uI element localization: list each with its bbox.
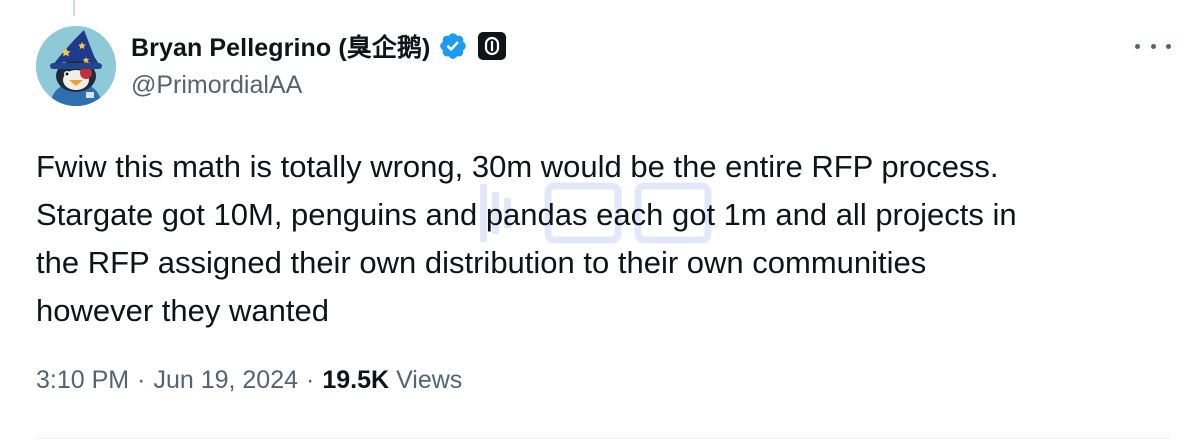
tweet-date[interactable]: Jun 19, 2024 (153, 366, 298, 395)
meta-separator: · (137, 366, 146, 394)
avatar[interactable] (36, 26, 116, 106)
dot-icon (1166, 43, 1171, 49)
verified-badge-icon (438, 31, 468, 61)
views-label: Views (396, 366, 463, 394)
penguin-wizard-avatar-icon (36, 26, 116, 106)
tweet-meta: 3:10 PM · Jun 19, 2024 · 19.5K Views (36, 366, 462, 395)
more-options-icon[interactable] (1135, 34, 1171, 58)
dot-icon (1150, 43, 1156, 49)
layerzero-logo-icon[interactable] (478, 32, 507, 60)
author-handle[interactable]: @PrimordialAA (131, 71, 302, 100)
thread-connector-line (73, 0, 75, 16)
tweet-time[interactable]: 3:10 PM (36, 366, 129, 395)
views-count: 19.5K (322, 366, 390, 394)
dot-icon (1135, 43, 1140, 49)
meta-separator: · (306, 366, 315, 394)
author-name-row: Bryan Pellegrino (臭企鹅) (131, 28, 507, 64)
divider (36, 438, 1171, 439)
tweet-text: Fwiw this math is totally wrong, 30m wou… (36, 149, 1017, 328)
author-display-name[interactable]: Bryan Pellegrino (臭企鹅) (131, 28, 430, 64)
